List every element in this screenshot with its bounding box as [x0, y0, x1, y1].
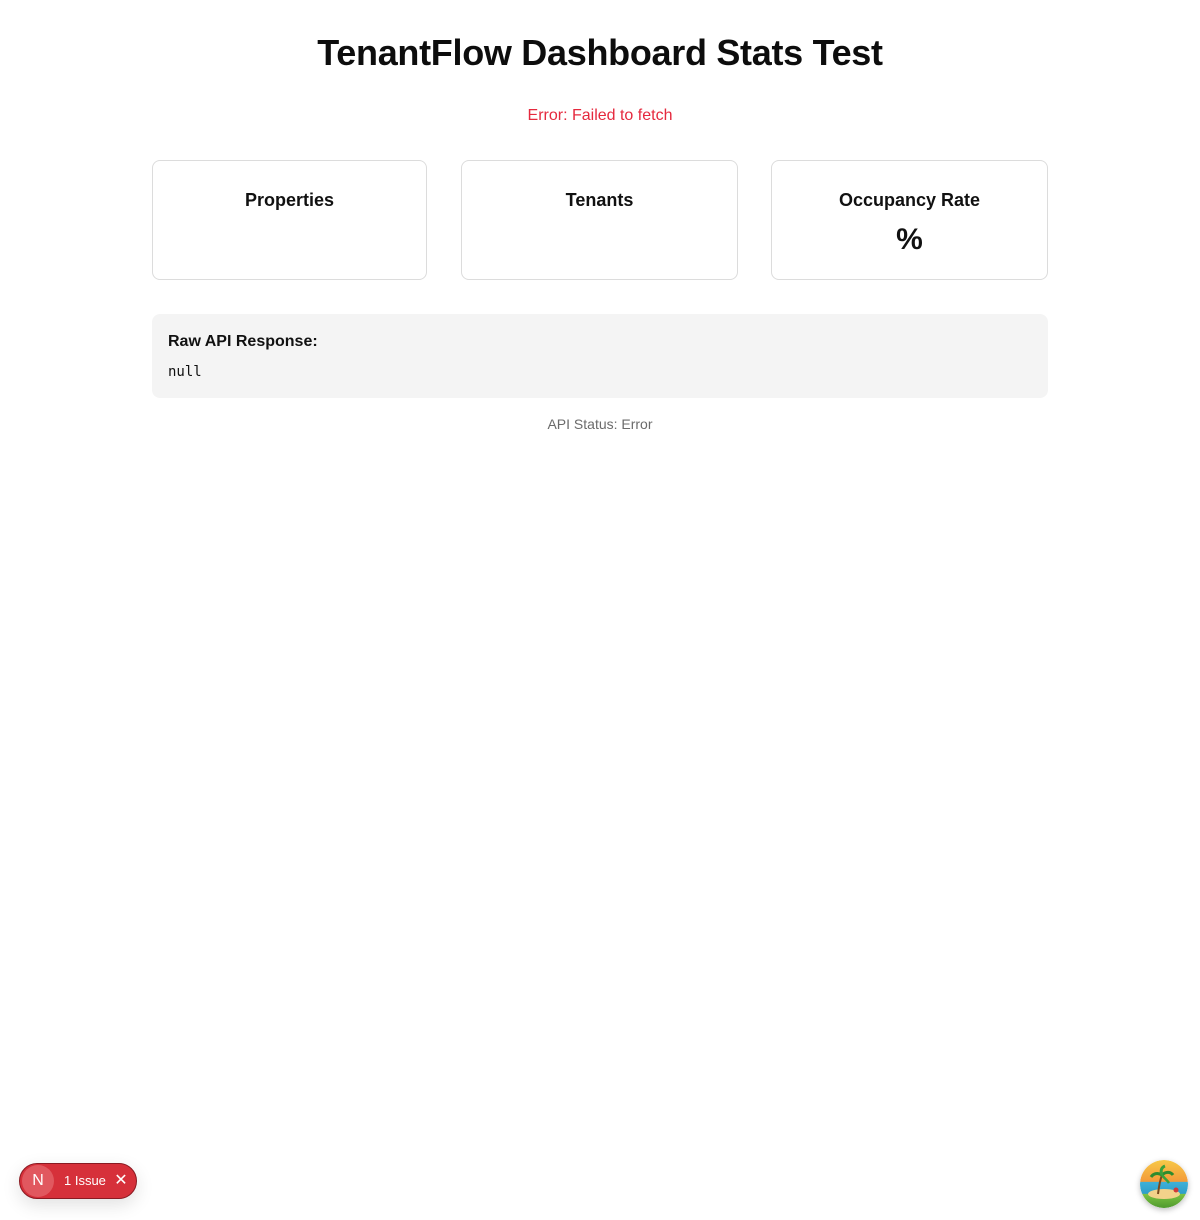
stat-card-properties: Properties	[152, 160, 427, 280]
stat-card-title: Tenants	[565, 190, 634, 210]
raw-api-response-value: null	[168, 364, 202, 380]
stat-card-value: %	[896, 223, 923, 256]
stat-card-occupancy-rate: Occupancy Rate %	[771, 160, 1048, 280]
beach-avatar-icon	[1140, 1160, 1188, 1208]
stat-card-tenants: Tenants	[461, 160, 738, 280]
dev-issues-button[interactable]: N 1 Issue ✕	[19, 1163, 137, 1199]
issue-count-label[interactable]: 1 Issue	[64, 1173, 106, 1189]
raw-api-response-title: Raw API Response:	[168, 333, 318, 350]
avatar[interactable]	[1140, 1160, 1188, 1208]
api-status-text: API Status: Error	[547, 416, 653, 432]
stat-card-title: Occupancy Rate	[838, 190, 981, 210]
nextjs-logo-icon[interactable]: N	[22, 1165, 54, 1197]
page: TenantFlow Dashboard Stats Test Error: F…	[0, 0, 1200, 1220]
raw-api-response-panel: Raw API Response: null	[152, 314, 1048, 398]
close-icon[interactable]: ✕	[112, 1172, 130, 1190]
stat-card-title: Properties	[244, 190, 335, 210]
page-title: TenantFlow Dashboard Stats Test	[317, 32, 883, 73]
error-message: Error: Failed to fetch	[527, 107, 673, 124]
